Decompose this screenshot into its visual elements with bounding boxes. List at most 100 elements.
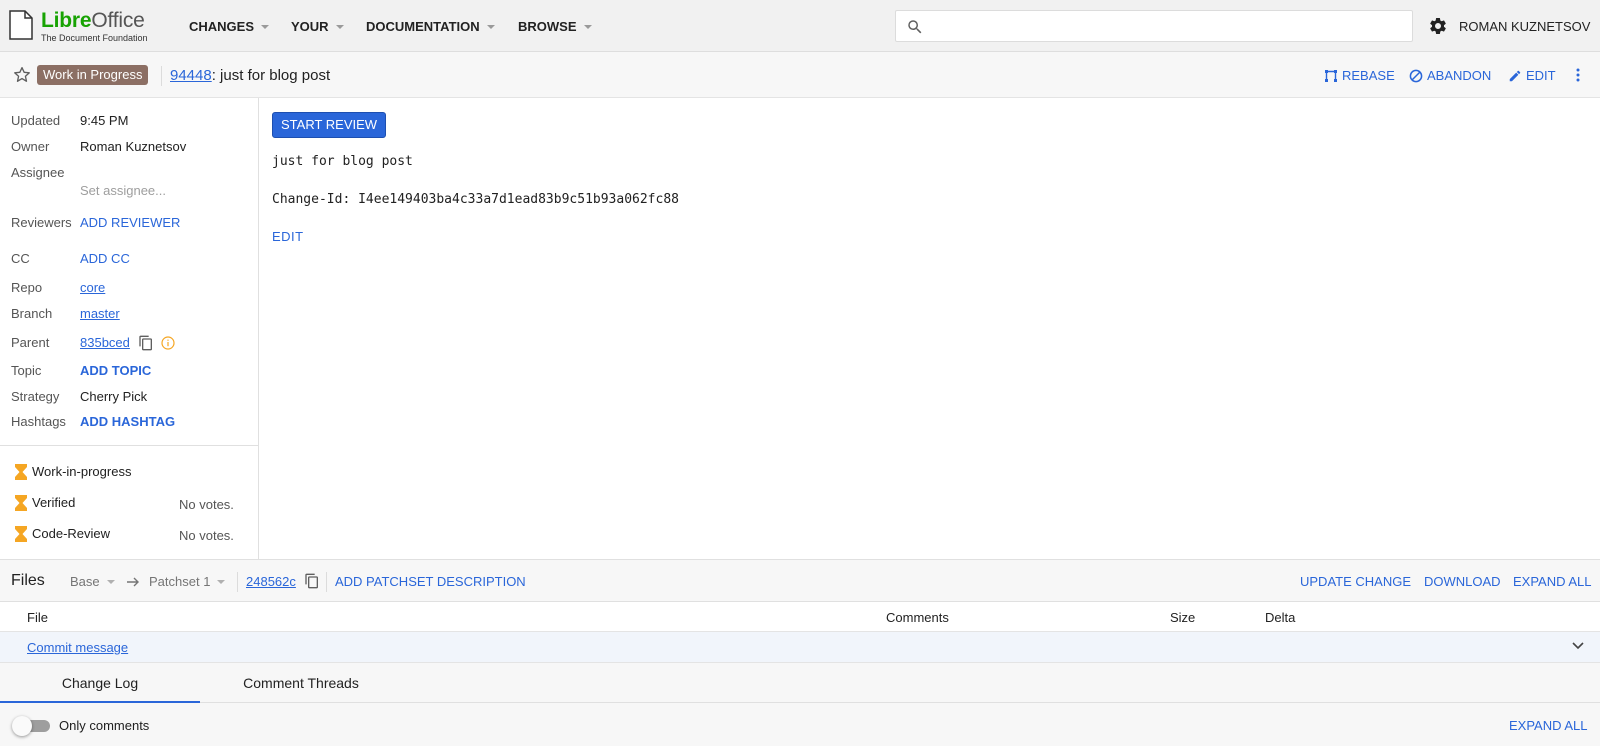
commit-hash-link[interactable]: 248562c	[246, 574, 296, 589]
meta-label: Topic	[11, 363, 42, 378]
menu-documentation[interactable]: DOCUMENTATION	[366, 19, 495, 34]
arrow-right-icon	[127, 577, 139, 587]
branch-link[interactable]: master	[80, 305, 120, 323]
change-log-toolbar: Only comments EXPAND ALL	[0, 703, 1600, 746]
meta-label: Hashtags	[11, 414, 66, 429]
parent-commit-link[interactable]: 835bced	[80, 334, 130, 352]
rebase-icon	[1325, 70, 1337, 82]
change-metadata: Updated 9:45 PM Owner Roman Kuznetsov As…	[0, 98, 259, 559]
chevron-down-icon[interactable]	[1572, 642, 1584, 650]
block-icon	[1409, 69, 1423, 83]
abandon-button[interactable]: ABANDON	[1409, 66, 1491, 86]
abandon-label: ABANDON	[1427, 68, 1492, 83]
assignee-input[interactable]: Set assignee...	[80, 182, 166, 200]
hourglass-icon	[15, 464, 27, 480]
expand-all-button[interactable]: EXPAND ALL	[1513, 574, 1592, 589]
chevron-down-icon	[486, 24, 495, 29]
user-menu[interactable]: ROMAN KUZNETSOV	[1459, 19, 1590, 34]
table-row[interactable]: Commit message	[0, 632, 1600, 663]
libreoffice-logo[interactable]: LibreOffice The Document Foundation	[9, 10, 148, 43]
meta-label: Branch	[11, 306, 53, 321]
menu-your[interactable]: YOUR	[291, 19, 344, 34]
patchset-dropdown[interactable]: Patchset 1	[149, 574, 226, 589]
logo-text-office: Office	[91, 9, 145, 32]
edit-commit-message-button[interactable]: EDIT	[272, 229, 304, 244]
file-link[interactable]: Commit message	[27, 640, 128, 655]
repo-link[interactable]: core	[80, 279, 105, 297]
chevron-down-icon	[335, 24, 344, 29]
column-comments: Comments	[886, 610, 949, 625]
menu-browse[interactable]: BROWSE	[518, 19, 592, 34]
search-icon	[908, 20, 922, 34]
gear-icon[interactable]	[1428, 16, 1448, 36]
add-hashtag-button[interactable]: ADD HASHTAG	[80, 413, 175, 431]
status-badge: Work in Progress	[37, 65, 149, 85]
star-icon[interactable]	[12, 65, 32, 85]
meta-label: Owner	[11, 139, 50, 154]
commit-message-subject: just for blog post	[272, 154, 413, 169]
logo-subtitle: The Document Foundation	[41, 33, 148, 43]
menu-your-label: YOUR	[291, 19, 329, 34]
updated-value: 9:45 PM	[80, 113, 129, 128]
label-votes: No votes.	[179, 497, 234, 512]
search-input[interactable]	[930, 15, 1400, 37]
rebase-button[interactable]: REBASE	[1324, 66, 1395, 86]
hourglass-icon	[15, 526, 27, 542]
meta-label: Assignee	[11, 165, 65, 180]
tab-bar: Change Log Comment Threads	[0, 663, 1600, 703]
add-patchset-description-button[interactable]: ADD PATCHSET DESCRIPTION	[335, 574, 526, 589]
divider	[161, 66, 162, 86]
update-change-button[interactable]: UPDATE CHANGE	[1300, 574, 1411, 589]
commit-change-id: Change-Id: I4ee149403ba4c33a7d1ead83b9c5…	[272, 192, 679, 207]
page-title: 94448: just for blog post	[170, 66, 330, 86]
base-label: Base	[70, 574, 100, 589]
hourglass-icon	[15, 495, 27, 511]
only-comments-toggle[interactable]	[12, 716, 50, 736]
info-icon[interactable]	[161, 336, 175, 350]
change-header: Work in Progress 94448: just for blog po…	[0, 52, 1600, 98]
start-review-button[interactable]: START REVIEW	[272, 112, 387, 138]
tab-change-log[interactable]: Change Log	[0, 663, 200, 703]
download-button[interactable]: DOWNLOAD	[1424, 574, 1501, 589]
meta-label: CC	[11, 251, 30, 266]
meta-label: Repo	[11, 280, 43, 295]
only-comments-label: Only comments	[59, 718, 150, 733]
menu-changes[interactable]: CHANGES	[189, 19, 270, 34]
label-name: Work-in-progress	[32, 464, 132, 479]
owner-value[interactable]: Roman Kuznetsov	[80, 138, 186, 156]
menu-documentation-label: DOCUMENTATION	[366, 19, 480, 34]
base-patchset-dropdown[interactable]: Base	[70, 574, 115, 589]
files-table-header: File Comments Size Delta	[0, 602, 1600, 632]
logo-text-libre: Libre	[41, 9, 92, 32]
meta-label: Reviewers	[11, 215, 72, 230]
meta-label: Updated	[11, 113, 61, 128]
toggle-knob	[12, 716, 32, 736]
label-name: Verified	[32, 495, 76, 510]
divider	[0, 445, 258, 446]
add-cc-button[interactable]: ADD CC	[80, 250, 130, 268]
label-votes: No votes.	[179, 528, 234, 543]
menu-changes-label: CHANGES	[189, 19, 255, 34]
tab-comment-threads[interactable]: Comment Threads	[200, 663, 402, 703]
chevron-down-icon	[261, 24, 270, 29]
files-header: Files Base Patchset 1 248562c ADD PATCHS…	[0, 559, 1600, 602]
search-box	[895, 10, 1413, 42]
change-number-link[interactable]: 94448	[170, 67, 212, 84]
patchset-label: Patchset 1	[149, 574, 211, 589]
add-reviewer-button[interactable]: ADD REVIEWER	[80, 214, 180, 232]
copy-icon[interactable]	[138, 335, 154, 351]
label-name: Code-Review	[32, 526, 111, 541]
files-title: Files	[11, 572, 45, 589]
edit-button[interactable]: EDIT	[1508, 66, 1556, 86]
pencil-icon	[1509, 70, 1521, 82]
copy-icon[interactable]	[304, 573, 320, 589]
add-topic-button[interactable]: ADD TOPIC	[80, 362, 151, 380]
edit-label: EDIT	[1526, 68, 1556, 83]
column-size: Size	[1170, 610, 1196, 625]
top-bar: LibreOffice The Document Foundation CHAN…	[0, 0, 1600, 52]
expand-all-messages-button[interactable]: EXPAND ALL	[1509, 718, 1588, 733]
meta-label: Parent	[11, 335, 50, 350]
rebase-label: REBASE	[1342, 68, 1395, 83]
change-subject: : just for blog post	[211, 67, 331, 84]
more-vert-icon[interactable]	[1576, 68, 1580, 82]
